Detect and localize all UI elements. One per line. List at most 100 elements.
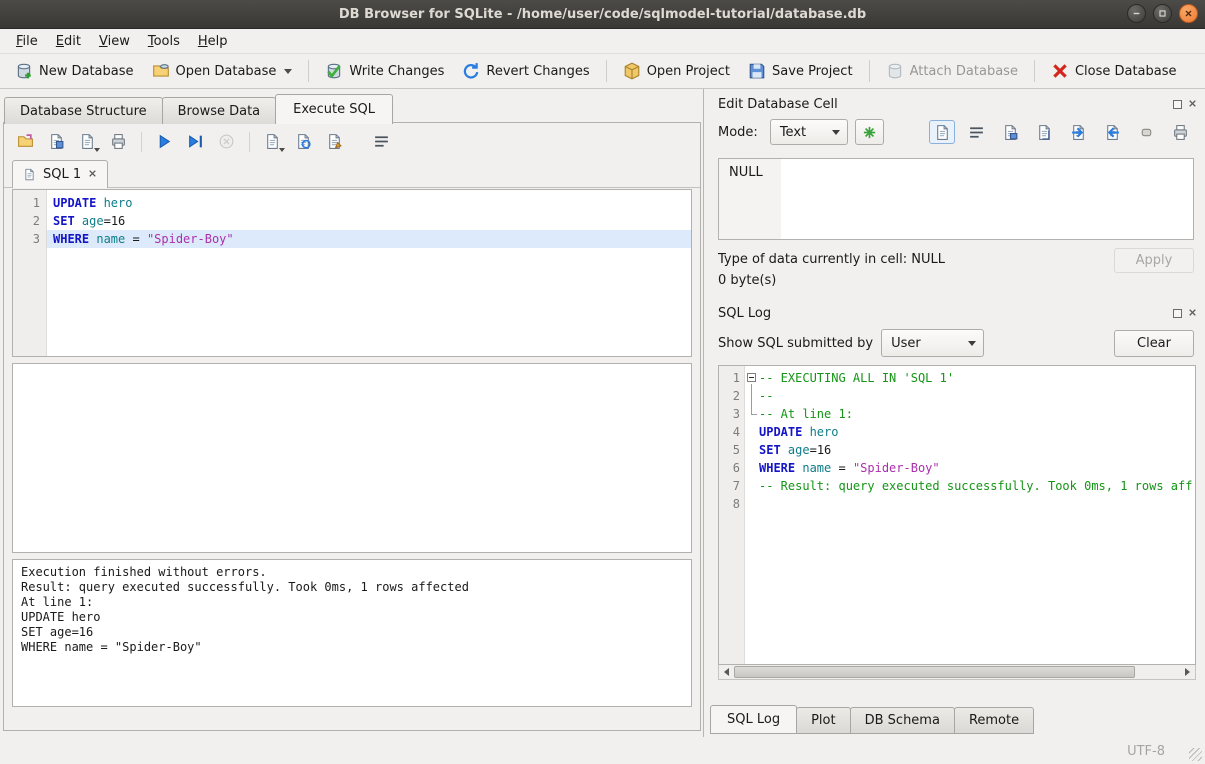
sql-log-view[interactable]: 12 34 56 78 -- EXECUTING ALL IN 'SQL 1' … [718,365,1196,665]
export-cell-button[interactable] [1099,120,1125,144]
save-project-button[interactable]: Save Project [739,57,862,85]
open-in-editor-button[interactable] [997,120,1023,144]
open-database-button[interactable]: Open Database [143,57,302,85]
export-sql-button[interactable] [259,129,286,154]
tab-execute-sql[interactable]: Execute SQL [275,94,393,124]
log-line: WHERE name = "Spider-Boy" [759,459,1195,477]
set-null-icon [1138,124,1155,141]
close-database-button[interactable]: Close Database [1042,57,1186,85]
execute-all-button[interactable] [151,129,178,154]
apply-button[interactable]: Apply [1114,248,1194,273]
maximize-button[interactable] [1153,4,1172,23]
submitted-by-dropdown[interactable]: User [881,329,984,357]
close-dock-button[interactable] [1188,306,1197,321]
cell-value-editor[interactable]: NULL [718,158,1194,240]
close-dock-button[interactable] [1188,97,1197,112]
sql-tab[interactable]: SQL 1 [12,160,108,188]
close-button[interactable] [1179,4,1198,23]
status-bar: UTF-8 [0,737,1205,764]
sql-log-filter-row: Show SQL submitted by User Clear [704,326,1205,365]
text-mode-button[interactable] [929,120,955,144]
write-changes-button[interactable]: Write Changes [316,57,453,85]
save-sql-file-icon [48,133,65,150]
menu-file[interactable]: File [8,31,46,52]
dropdown-caret-icon [284,69,292,74]
cell-editor-toolbar [929,120,1193,144]
auto-format-button[interactable] [855,119,884,145]
open-project-button[interactable]: Open Project [614,57,739,85]
sql-tab-close-button[interactable] [88,167,97,182]
toolbar-separator [869,60,870,82]
sql-tab-bar: SQL 1 [4,158,700,188]
minimize-icon [1132,9,1141,18]
execute-current-line-icon [187,133,204,150]
sql-tab-label: SQL 1 [43,167,81,182]
float-dock-icon[interactable] [1173,309,1182,318]
scroll-right-button[interactable] [1180,665,1195,679]
scroll-left-button[interactable] [719,665,734,679]
print-sql-button[interactable] [105,129,132,154]
set-null-button[interactable] [1133,120,1159,144]
button-label: Open Project [647,64,730,79]
arrow-left-icon [724,668,729,676]
word-wrap-icon [373,133,390,150]
import-cell-button[interactable] [1065,120,1091,144]
mode-dropdown[interactable]: Text [770,119,848,145]
log-line: -- [759,387,1195,405]
print-icon [1172,124,1189,141]
resize-grip[interactable] [1189,748,1202,761]
menu-tools[interactable]: Tools [140,31,188,52]
word-wrap-button[interactable] [368,129,395,154]
log-horizontal-scrollbar[interactable] [718,665,1196,680]
write-changes-icon [325,62,343,80]
menu-help[interactable]: Help [190,31,236,52]
new-database-button[interactable]: New Database [6,57,143,85]
tab-plot[interactable]: Plot [796,707,851,734]
stop-icon [218,133,235,150]
editor-code-area[interactable]: UPDATE hero SET age=16 WHERE name = "Spi… [47,190,691,356]
close-icon [88,169,97,178]
toolbar-separator [141,132,142,152]
stop-execution-button[interactable] [213,129,240,154]
tab-db-schema[interactable]: DB Schema [850,707,955,734]
save-sql-file-as-button[interactable] [74,129,101,154]
editor-line-numbers: 1 2 3 [13,190,47,356]
menu-edit[interactable]: Edit [48,31,89,52]
word-wrap-button[interactable] [963,120,989,144]
window-controls [1127,4,1198,23]
minimize-button[interactable] [1127,4,1146,23]
tab-sql-log[interactable]: SQL Log [710,705,797,734]
find-replace-button[interactable] [290,129,317,154]
revert-changes-button[interactable]: Revert Changes [453,57,598,85]
button-label: Write Changes [349,64,444,79]
fold-line [745,387,759,405]
mode-label: Mode: [718,125,758,140]
format-sql-button[interactable] [321,129,348,154]
copy-cell-button[interactable] [1031,120,1057,144]
attach-database-button[interactable]: Attach Database [877,57,1027,85]
execute-current-line-button[interactable] [182,129,209,154]
open-sql-file-button[interactable] [12,129,39,154]
float-dock-icon[interactable] [1173,100,1182,109]
button-label: Revert Changes [486,64,589,79]
sql-tab-icon [23,168,36,181]
menu-view[interactable]: View [91,31,138,52]
main-tab-area: Database Structure Browse Data Execute S… [0,89,703,737]
clear-log-button[interactable]: Clear [1114,330,1194,357]
print-cell-button[interactable] [1167,120,1193,144]
tab-remote[interactable]: Remote [954,707,1034,734]
copy-icon [1036,124,1053,141]
sql-editor[interactable]: 1 2 3 UPDATE hero SET age=16 WHERE name … [12,189,692,357]
fold-marker-collapse[interactable] [745,369,759,387]
scrollbar-thumb[interactable] [734,666,1135,678]
log-line: UPDATE hero [759,423,1195,441]
filter-label: Show SQL submitted by [718,336,873,351]
tab-browse-data[interactable]: Browse Data [162,97,277,124]
save-sql-file-button[interactable] [43,129,70,154]
close-icon [1184,9,1193,18]
scrollbar-track[interactable] [734,665,1180,679]
tab-database-structure[interactable]: Database Structure [4,97,163,124]
print-icon [110,133,127,150]
close-icon [1188,99,1197,108]
title-bar[interactable]: DB Browser for SQLite - /home/user/code/… [0,0,1205,29]
